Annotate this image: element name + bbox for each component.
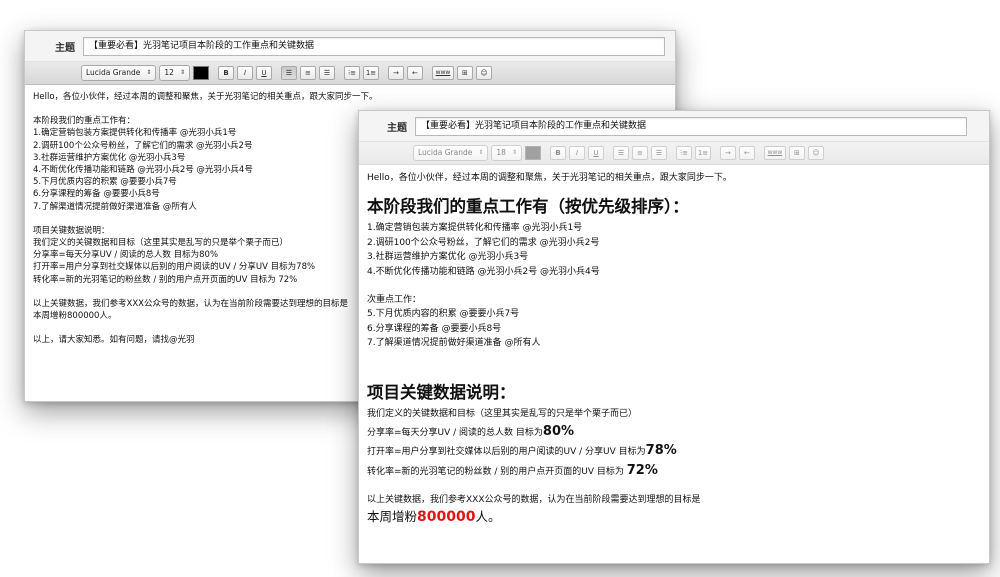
italic-button[interactable]: I bbox=[236, 66, 253, 80]
format-toolbar: Lucida Grande ⇕ 18 ⇕ B I U ☰ ≡ ☰ ⁝≡ 1≡ →… bbox=[359, 142, 989, 165]
align-center-icon[interactable]: ≡ bbox=[299, 66, 316, 80]
italic-button[interactable]: I bbox=[568, 146, 585, 160]
compose-window-revised: 主题 【重要必看】光羽笔记项目本阶段的工作重点和关键数据 Lucida Gran… bbox=[358, 110, 990, 564]
align-right-icon[interactable]: ☰ bbox=[318, 66, 335, 80]
metric-line: 转化率=新的光羽笔记的粉丝数 / 别的用户点开页面的UV 目标为 72% bbox=[367, 462, 658, 478]
font-family-select[interactable]: Lucida Grande ⇕ bbox=[413, 145, 489, 161]
number-list-icon[interactable]: 1≡ bbox=[694, 146, 711, 160]
metrics-title: 项目关键数据说明： bbox=[367, 382, 516, 402]
subject-label: 主题 bbox=[55, 42, 75, 54]
greeting-text: Hello，各位小伙伴，经过本周的调整和聚焦，关于光羽笔记的相关重点，跟大家同步… bbox=[33, 92, 378, 102]
text-color-swatch[interactable] bbox=[192, 66, 209, 80]
bullet-list-icon[interactable]: ⁝≡ bbox=[675, 146, 692, 160]
metric-value: 72% bbox=[626, 462, 658, 478]
font-size-select[interactable]: 18 ⇕ bbox=[491, 145, 522, 161]
link-button[interactable]: www bbox=[431, 66, 454, 80]
subject-row: 主题 【重要必看】光羽笔记项目本阶段的工作重点和关键数据 bbox=[25, 31, 675, 62]
underline-button[interactable]: U bbox=[255, 66, 272, 80]
align-left-icon[interactable]: ☰ bbox=[612, 146, 629, 160]
metric-line: 打开率=用户分享到社交媒体以后别的用户阅读的UV / 分享UV 目标为78% bbox=[367, 443, 677, 459]
metric-value: 78% bbox=[645, 443, 677, 459]
underline-button[interactable]: U bbox=[587, 146, 604, 160]
font-family-select[interactable]: Lucida Grande ⇕ bbox=[81, 65, 157, 81]
link-button[interactable]: www bbox=[763, 146, 786, 160]
align-left-icon[interactable]: ☰ bbox=[280, 66, 297, 80]
metric-value: 80% bbox=[542, 424, 575, 440]
font-size-select[interactable]: 12 ⇕ bbox=[159, 65, 190, 81]
priorities-title: 本阶段我们的重点工作有（按优先级排序）： bbox=[367, 197, 689, 217]
bold-button[interactable]: B bbox=[217, 66, 234, 80]
align-right-icon[interactable]: ☰ bbox=[650, 146, 667, 160]
target-line: 以上关键数据，我们参考XXX公众号的数据，认为在当前阶段需要达到理想的目标是 bbox=[367, 495, 701, 506]
secondary-title: 次重点工作： bbox=[367, 295, 422, 306]
greeting-text: Hello，各位小伙伴，经过本周的调整和聚焦，关于光羽笔记的相关重点，跟大家同步… bbox=[367, 173, 732, 183]
updown-icon: ⇕ bbox=[179, 69, 185, 76]
table-icon[interactable]: ⊞ bbox=[456, 66, 473, 80]
number-list-icon[interactable]: 1≡ bbox=[362, 66, 379, 80]
metrics-intro: 我们定义的关键数据和目标（这里其实是乱写的只是举个栗子而已） bbox=[367, 408, 638, 419]
text-color-swatch[interactable] bbox=[524, 146, 541, 160]
list-item: 2.调研100个公众号粉丝，了解它们的需求 @光羽小兵2号 bbox=[367, 237, 600, 248]
updown-icon: ⇕ bbox=[478, 149, 484, 156]
table-icon[interactable]: ⊞ bbox=[788, 146, 805, 160]
emoji-icon[interactable]: ☺ bbox=[807, 146, 824, 160]
outdent-icon[interactable]: ← bbox=[738, 146, 755, 160]
list-item: 3.社群运营维护方案优化 @光羽小兵3号 bbox=[367, 252, 529, 263]
indent-icon[interactable]: → bbox=[719, 146, 736, 160]
indent-icon[interactable]: → bbox=[387, 66, 404, 80]
list-item: 7.了解渠道情况提前做好渠道准备 @所有人 bbox=[367, 338, 541, 349]
subject-input[interactable]: 【重要必看】光羽笔记项目本阶段的工作重点和关键数据 bbox=[415, 116, 967, 136]
list-item: 6.分享课程的筹备 @要要小兵8号 bbox=[367, 323, 502, 334]
metric-line: 分享率=每天分享UV / 阅读的总人数 目标为80% bbox=[367, 424, 575, 440]
list-item: 1.确定营销包装方案提供转化和传播率 @光羽小兵1号 bbox=[367, 223, 583, 234]
target-value: 800000 bbox=[417, 508, 476, 525]
list-item: 4.不断优化传播功能和链路 @光羽小兵2号 @光羽小兵4号 bbox=[367, 266, 600, 277]
message-body[interactable]: Hello，各位小伙伴，经过本周的调整和聚焦，关于光羽笔记的相关重点，跟大家同步… bbox=[359, 165, 989, 532]
target-line: 本周增粉800000人。 bbox=[367, 508, 501, 525]
format-toolbar: Lucida Grande ⇕ 12 ⇕ B I U ☰ ≡ ☰ ⁝≡ 1≡ →… bbox=[25, 62, 675, 85]
bold-button[interactable]: B bbox=[549, 146, 566, 160]
updown-icon: ⇕ bbox=[511, 149, 517, 156]
outdent-icon[interactable]: ← bbox=[406, 66, 423, 80]
emoji-icon[interactable]: ☺ bbox=[475, 66, 492, 80]
subject-input[interactable]: 【重要必看】光羽笔记项目本阶段的工作重点和关键数据 bbox=[83, 36, 665, 56]
list-item: 5.下月优质内容的积累 @要要小兵7号 bbox=[367, 309, 520, 320]
updown-icon: ⇕ bbox=[146, 69, 152, 76]
subject-row: 主题 【重要必看】光羽笔记项目本阶段的工作重点和关键数据 bbox=[359, 111, 989, 142]
align-center-icon[interactable]: ≡ bbox=[631, 146, 648, 160]
subject-label: 主题 bbox=[387, 122, 407, 134]
bullet-list-icon[interactable]: ⁝≡ bbox=[343, 66, 360, 80]
